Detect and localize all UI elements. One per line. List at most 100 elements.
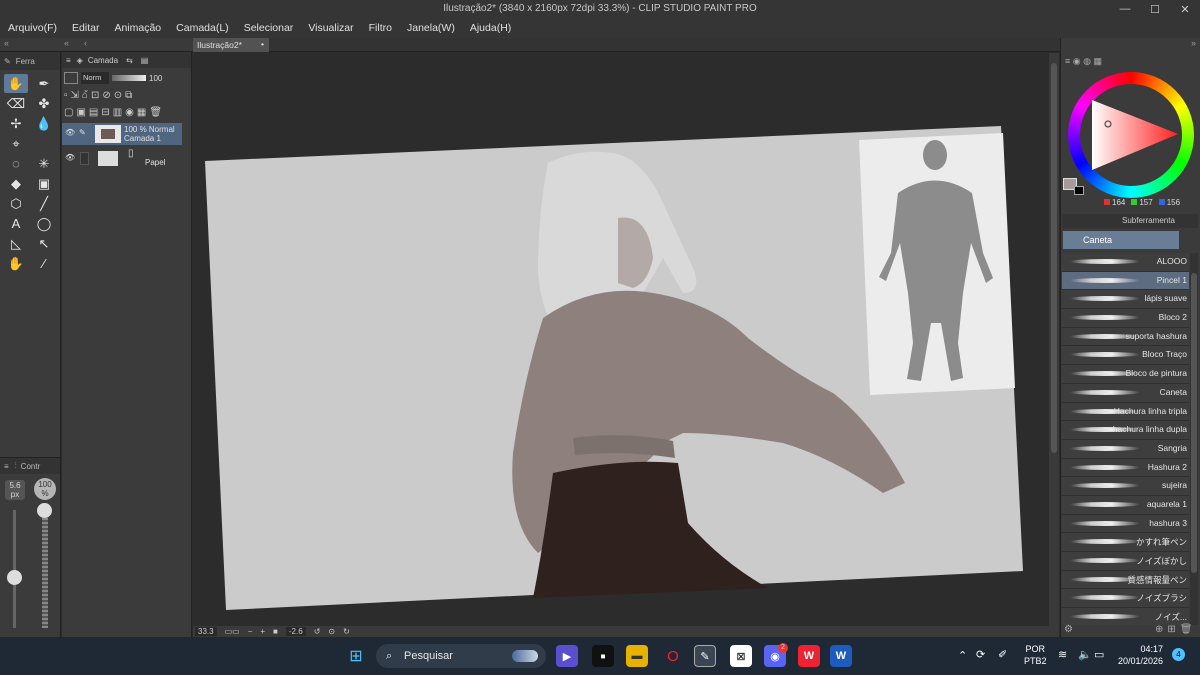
- canvas-artwork[interactable]: [193, 53, 1059, 626]
- sub-color-swatch[interactable]: [1074, 186, 1084, 195]
- menu-icon[interactable]: ≡: [66, 56, 71, 65]
- taskbar-search[interactable]: ⌕ Pesquisar: [376, 644, 546, 668]
- brush-size-slider-track[interactable]: [13, 510, 16, 628]
- menu-item-visualizar[interactable]: Visualizar: [308, 22, 353, 34]
- brush-item[interactable]: かすれ筆ペン: [1062, 533, 1189, 552]
- brush-item[interactable]: lápis suave: [1062, 290, 1189, 310]
- move-hand-tool-icon[interactable]: ✋: [4, 254, 28, 273]
- menu-item-janela[interactable]: Janela(W): [407, 22, 455, 34]
- layer-opacity-value[interactable]: 100: [149, 74, 162, 83]
- collapse-layers-icon[interactable]: «: [64, 38, 69, 48]
- brush-item[interactable]: aquarela 1: [1062, 495, 1189, 515]
- layer-row-papel[interactable]: 👁 ▯ Papel: [62, 148, 182, 170]
- airbrush-tool-icon[interactable]: ✤: [32, 94, 56, 113]
- menu-item-animacao[interactable]: Animação: [114, 22, 161, 34]
- layer-toolbar-2[interactable]: ▢▣▤⊟▥◉▦🗑: [64, 107, 165, 118]
- brush-item[interactable]: Caneta: [1062, 383, 1189, 403]
- pen-tray-icon[interactable]: ✐: [998, 648, 1007, 661]
- brush-item[interactable]: Bloco Traço: [1062, 346, 1189, 366]
- menu-icon[interactable]: ≡: [4, 462, 9, 471]
- wifi-icon[interactable]: ≋: [1058, 648, 1067, 661]
- menu-item-editar[interactable]: Editar: [72, 22, 99, 34]
- balloon-tool-icon[interactable]: ◯: [32, 214, 56, 233]
- chevron-up-icon[interactable]: ⌃: [958, 649, 967, 662]
- brush-item[interactable]: ノイズブラシ: [1062, 589, 1189, 609]
- eyedropper-tool-icon[interactable]: ⁄: [32, 254, 56, 273]
- close-icon[interactable]: ✕: [1170, 0, 1200, 18]
- fit-icon[interactable]: ■: [273, 627, 278, 636]
- ruler-tool-icon[interactable]: ◺: [4, 234, 28, 253]
- layer-color-icon[interactable]: [64, 72, 78, 84]
- operation-tool-icon[interactable]: ⌖: [4, 134, 28, 153]
- figure-tool-icon[interactable]: ⬡: [4, 194, 28, 213]
- decoration-tool-icon[interactable]: ✢: [4, 114, 28, 133]
- tab-icon-3[interactable]: ▤: [141, 56, 149, 65]
- brush-item[interactable]: Sangria: [1062, 439, 1189, 459]
- color-panel-tabs[interactable]: ≡ ◉ ◍ ▦: [1065, 56, 1102, 67]
- vertical-scroll-thumb[interactable]: [1051, 63, 1057, 453]
- brush-item[interactable]: hashura 3: [1062, 514, 1189, 534]
- brush-item[interactable]: Pincel 1: [1062, 271, 1189, 291]
- app-icon-dark[interactable]: ◼: [592, 645, 614, 667]
- pen-tool-icon[interactable]: ✒: [32, 74, 56, 93]
- zoom-slider-icon[interactable]: ▭▭: [225, 627, 240, 636]
- reset-rotation-icon[interactable]: ⊙: [328, 627, 335, 636]
- sub-tool-actions[interactable]: ⊕⊞🗑: [1155, 624, 1196, 635]
- menu-item-camada[interactable]: Camada(L): [176, 22, 229, 34]
- opacity-slider-track[interactable]: [42, 510, 48, 628]
- brush-item[interactable]: Hashura 2: [1062, 458, 1189, 478]
- sync-icon[interactable]: ⟳: [976, 648, 985, 661]
- file-explorer-icon[interactable]: ▬: [626, 645, 648, 667]
- canvas-vertical-scrollbar[interactable]: [1049, 53, 1059, 626]
- zoom-in-icon[interactable]: +: [260, 627, 265, 636]
- document-tab[interactable]: Ilustração2* •: [193, 38, 269, 52]
- correct-line-tool-icon[interactable]: ↖: [32, 234, 56, 253]
- collapse-left-icon[interactable]: «: [4, 38, 9, 48]
- language-indicator[interactable]: POR PTB2: [1024, 643, 1047, 667]
- line-tool-icon[interactable]: ╱: [32, 194, 56, 213]
- chevron-left-icon[interactable]: ‹: [84, 38, 87, 48]
- collapse-right-icon[interactable]: »: [1191, 38, 1196, 48]
- brush-list-scrollbar[interactable]: [1190, 253, 1198, 625]
- brush-scroll-thumb[interactable]: [1191, 273, 1197, 573]
- windows-start-icon[interactable]: ⊞: [345, 645, 367, 667]
- hand-brush-tool-icon[interactable]: ✋: [4, 74, 28, 93]
- volume-icon[interactable]: 🔈: [1078, 648, 1092, 661]
- brush-item[interactable]: suporta hashura: [1062, 327, 1189, 347]
- rotation-value[interactable]: -2.6: [285, 627, 306, 636]
- blend-mode-select[interactable]: Norm ⌄: [81, 72, 109, 94]
- brush-item[interactable]: 質感情報量ペン: [1062, 570, 1189, 590]
- brush-item[interactable]: Bloco de pintura: [1062, 365, 1189, 384]
- canvas-area[interactable]: [193, 53, 1059, 626]
- brush-item[interactable]: sujeira: [1062, 477, 1189, 496]
- menu-item-selecionar[interactable]: Selecionar: [244, 22, 294, 34]
- eraser-tool-icon[interactable]: ⌫: [4, 94, 28, 113]
- opacity-bar[interactable]: [112, 75, 146, 81]
- brush-item[interactable]: ALOOO: [1062, 253, 1189, 272]
- brush-item[interactable]: Bloco 2: [1062, 309, 1189, 328]
- sub-tool-settings-icon[interactable]: ⚙: [1064, 624, 1073, 635]
- capcut-icon[interactable]: ⊠: [730, 645, 752, 667]
- lasso-tool-icon[interactable]: ◌: [4, 154, 28, 173]
- rotate-right-icon[interactable]: ↻: [343, 627, 350, 636]
- clip-studio-icon[interactable]: ✎: [694, 645, 716, 667]
- fill-tool-icon[interactable]: ◆: [4, 174, 28, 193]
- color-triangle[interactable]: [1090, 98, 1180, 172]
- brush-item[interactable]: hachura linha dupla: [1062, 421, 1189, 440]
- close-tab-icon[interactable]: •: [261, 39, 264, 49]
- notification-badge[interactable]: 4: [1172, 648, 1185, 661]
- wps-office-icon[interactable]: W: [798, 645, 820, 667]
- gradient-tool-icon[interactable]: ▣: [32, 174, 56, 193]
- opacity-slider-thumb[interactable]: [37, 503, 52, 518]
- brush-opacity-value[interactable]: 100 %: [34, 478, 56, 500]
- zoom-value[interactable]: 33.3: [195, 627, 217, 636]
- opera-icon[interactable]: O: [662, 645, 684, 667]
- brush-item[interactable]: ノイズぼかし: [1062, 552, 1189, 571]
- clock[interactable]: 04:17 20/01/2026: [1118, 643, 1163, 667]
- brush-item[interactable]: Hachura linha tripla: [1062, 402, 1189, 422]
- rotate-left-icon[interactable]: ↺: [314, 627, 321, 636]
- tab-icon-2[interactable]: ⇆: [126, 56, 133, 65]
- brush-item[interactable]: ノイズ...: [1062, 608, 1189, 625]
- eye-icon[interactable]: 👁: [65, 128, 75, 137]
- menu-item-arquivo[interactable]: Arquivo(F): [8, 22, 57, 34]
